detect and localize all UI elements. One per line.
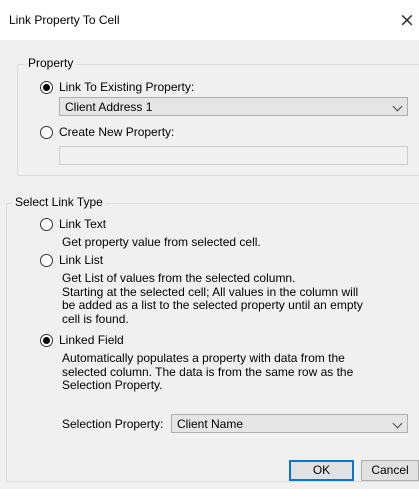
close-icon[interactable]: × [396, 9, 418, 31]
radio-unchecked-icon [40, 217, 53, 231]
link-list-radio[interactable]: Link List [40, 251, 103, 269]
link-text-label: Link Text [59, 217, 107, 231]
window-title: Link Property To Cell [9, 13, 120, 27]
link-existing-label: Link To Existing Property: [59, 80, 195, 94]
chevron-down-icon [392, 418, 403, 429]
link-existing-radio[interactable]: Link To Existing Property: [40, 78, 194, 96]
selection-property-value: Client Name [177, 417, 244, 431]
link-type-group-label: Select Link Type [12, 195, 106, 209]
linked-field-radio[interactable]: Linked Field [40, 331, 124, 349]
radio-unchecked-icon [40, 253, 53, 267]
create-new-label: Create New Property: [59, 125, 175, 139]
ok-button[interactable]: OK [289, 460, 354, 481]
selection-property-label: Selection Property: [62, 417, 164, 431]
radio-checked-icon [40, 80, 53, 94]
cancel-button[interactable]: Cancel [361, 460, 419, 481]
link-text-description: Get property value from selected cell. [62, 235, 261, 249]
radio-unchecked-icon [40, 125, 53, 139]
selection-property-dropdown[interactable]: Client Name [171, 414, 408, 433]
link-text-radio[interactable]: Link Text [40, 215, 106, 233]
link-list-label: Link List [59, 253, 104, 267]
existing-property-value: Client Address 1 [65, 100, 153, 114]
radio-checked-icon [40, 333, 53, 347]
create-new-radio[interactable]: Create New Property: [40, 123, 174, 141]
title-bar: Link Property To Cell × [0, 0, 419, 40]
property-group-label: Property [25, 56, 77, 70]
linked-field-description: Automatically populates a property with … [62, 351, 354, 392]
linked-field-label: Linked Field [59, 333, 124, 347]
existing-property-dropdown[interactable]: Client Address 1 [59, 97, 408, 116]
link-list-description: Get List of values from the selected col… [62, 271, 363, 326]
chevron-down-icon [392, 101, 403, 112]
new-property-input[interactable] [59, 146, 408, 165]
dialog-body: Property Link To Existing Property: Clie… [0, 40, 419, 489]
